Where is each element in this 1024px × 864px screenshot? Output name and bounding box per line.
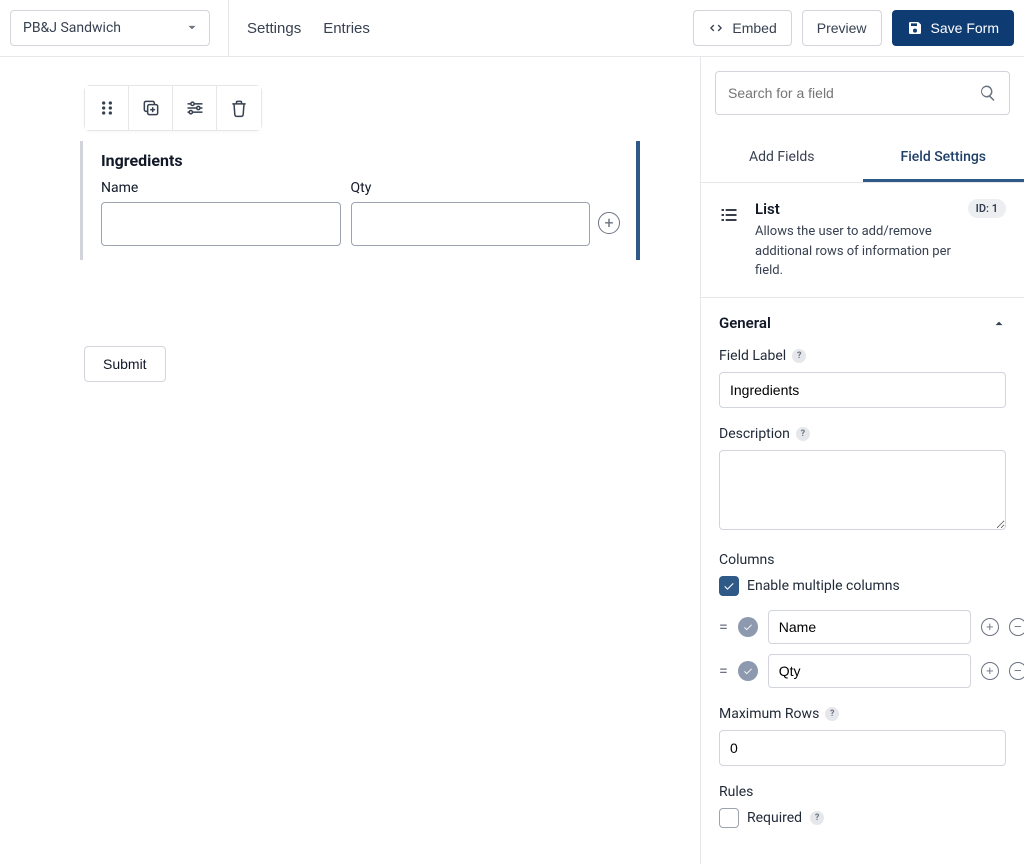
- delete-button[interactable]: [217, 86, 261, 130]
- help-icon[interactable]: ?: [796, 427, 810, 441]
- column-label-qty: Qty: [351, 180, 591, 196]
- tab-field-settings[interactable]: Field Settings: [863, 135, 1024, 182]
- max-rows-input[interactable]: [719, 730, 1006, 766]
- column-name-input[interactable]: [768, 654, 971, 688]
- entries-link[interactable]: Entries: [323, 20, 370, 37]
- field-toolbar: [84, 85, 262, 131]
- help-icon[interactable]: ?: [810, 811, 824, 825]
- description-textarea[interactable]: [719, 450, 1006, 530]
- save-icon: [907, 20, 923, 36]
- list-input-name[interactable]: [101, 202, 341, 246]
- save-form-button[interactable]: Save Form: [892, 10, 1014, 46]
- field-label-label: Field Label: [719, 348, 786, 364]
- preview-button[interactable]: Preview: [802, 10, 882, 46]
- chevron-up-icon: [992, 316, 1006, 330]
- help-icon[interactable]: ?: [792, 349, 806, 363]
- drag-handle-icon[interactable]: =: [719, 661, 728, 680]
- form-name: PB&J Sandwich: [23, 20, 121, 36]
- remove-column-button[interactable]: −: [1009, 618, 1024, 636]
- add-row-button[interactable]: +: [598, 212, 620, 234]
- search-field-wrap[interactable]: [715, 71, 1010, 115]
- required-checkbox[interactable]: [719, 808, 739, 828]
- column-row: = + −: [719, 654, 1006, 688]
- remove-column-button[interactable]: −: [1009, 662, 1024, 680]
- enable-multiple-label: Enable multiple columns: [747, 578, 900, 594]
- sliders-icon: [185, 98, 205, 118]
- check-icon: [723, 580, 735, 592]
- add-column-button[interactable]: +: [981, 618, 999, 636]
- general-section-toggle[interactable]: General: [701, 298, 1024, 348]
- duplicate-button[interactable]: [129, 86, 173, 130]
- field-type-title: List: [755, 200, 780, 218]
- search-icon: [979, 84, 997, 102]
- field-title: Ingredients: [101, 151, 620, 170]
- help-icon[interactable]: ?: [825, 707, 839, 721]
- column-row: = + −: [719, 610, 1006, 644]
- duplicate-icon: [141, 98, 161, 118]
- search-input[interactable]: [728, 85, 979, 101]
- column-enabled-toggle[interactable]: [738, 617, 758, 637]
- submit-button[interactable]: Submit: [84, 346, 166, 382]
- add-column-button[interactable]: +: [981, 662, 999, 680]
- list-field[interactable]: Ingredients Name Qty +: [80, 141, 640, 260]
- column-label-name: Name: [101, 180, 341, 196]
- drag-handle-icon[interactable]: =: [719, 617, 728, 636]
- check-icon: [743, 666, 753, 676]
- rules-label: Rules: [719, 784, 753, 800]
- chevron-down-icon: [185, 21, 199, 35]
- divider: [228, 0, 229, 57]
- max-rows-label: Maximum Rows: [719, 706, 819, 722]
- enable-multiple-checkbox[interactable]: [719, 576, 739, 596]
- tab-add-fields[interactable]: Add Fields: [701, 135, 863, 182]
- embed-button[interactable]: Embed: [693, 10, 791, 46]
- drag-handle-button[interactable]: [85, 86, 129, 130]
- drag-icon: [97, 98, 117, 118]
- column-enabled-toggle[interactable]: [738, 661, 758, 681]
- settings-button[interactable]: [173, 86, 217, 130]
- field-label-input[interactable]: [719, 372, 1006, 408]
- code-icon: [708, 20, 724, 36]
- description-label: Description: [719, 426, 790, 442]
- list-icon: [719, 205, 741, 229]
- list-input-qty[interactable]: [351, 202, 591, 246]
- settings-link[interactable]: Settings: [247, 20, 301, 37]
- column-name-input[interactable]: [768, 610, 971, 644]
- required-label: Required: [747, 810, 802, 826]
- check-icon: [743, 622, 753, 632]
- trash-icon: [229, 98, 249, 118]
- form-selector[interactable]: PB&J Sandwich: [10, 10, 210, 46]
- field-id-pill: ID: 1: [968, 199, 1006, 218]
- columns-label: Columns: [719, 552, 774, 568]
- field-type-desc: Allows the user to add/remove additional…: [755, 222, 955, 281]
